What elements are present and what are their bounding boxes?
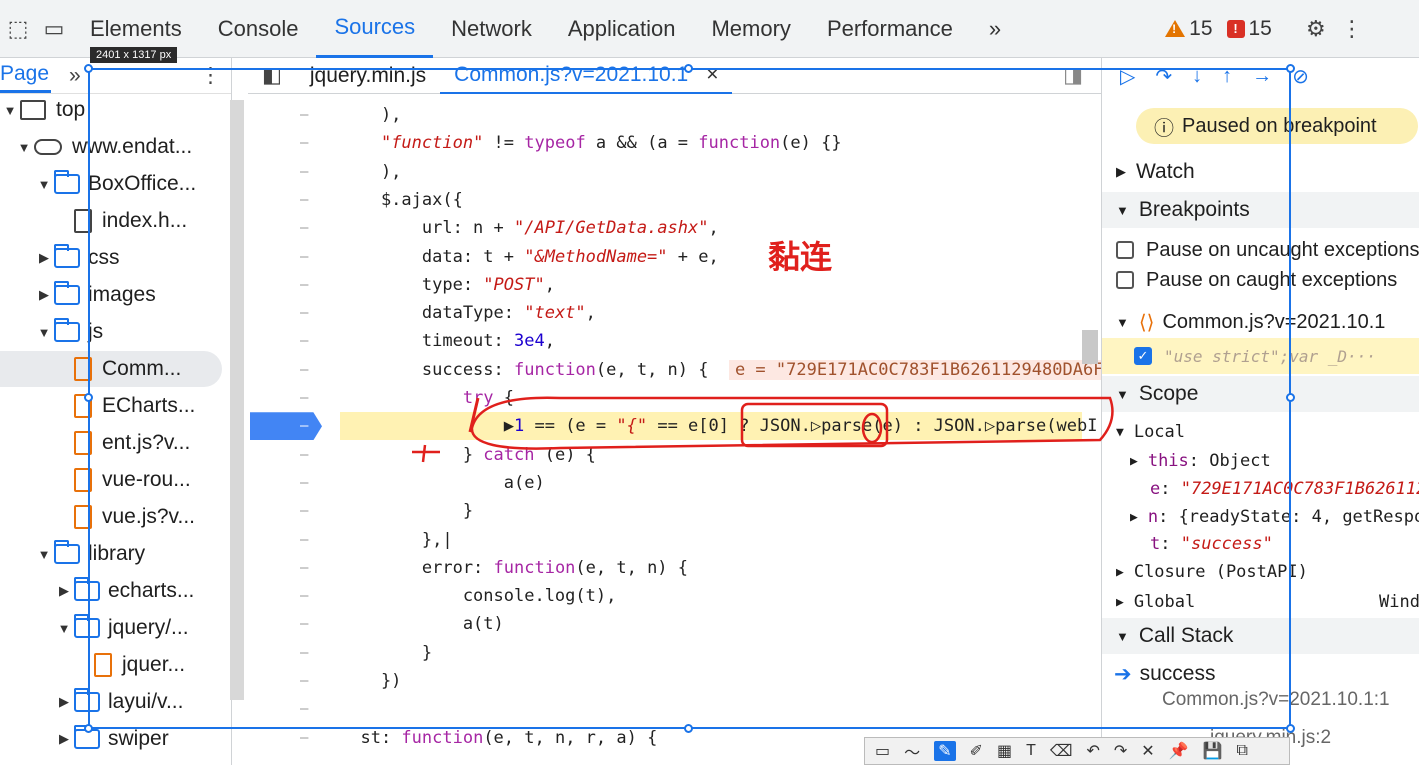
mosaic-tool-icon[interactable]: ▦: [997, 741, 1012, 761]
pen-tool-icon[interactable]: ✎: [934, 741, 956, 761]
red-pen-annotation: [412, 396, 1114, 463]
annotation-toolbar: ▭ 〜 ✎ ✐ ▦ T ⌫ ↶ ↷ ✕ 📌 💾 ⧉: [864, 737, 1290, 765]
line-tool-icon[interactable]: 〜: [904, 739, 920, 763]
copy-icon[interactable]: ⧉: [1237, 742, 1248, 760]
cancel-icon[interactable]: ✕: [1141, 741, 1154, 761]
redo-icon[interactable]: ↷: [1114, 741, 1127, 761]
annotation-text: 黏连: [768, 239, 833, 275]
marker-tool-icon[interactable]: ✐: [970, 741, 983, 761]
eraser-tool-icon[interactable]: ⌫: [1050, 741, 1073, 761]
text-tool-icon[interactable]: T: [1026, 742, 1036, 760]
pin-icon[interactable]: 📌: [1169, 741, 1189, 761]
undo-icon[interactable]: ↶: [1086, 741, 1099, 761]
rectangle-tool-icon[interactable]: ▭: [875, 741, 890, 761]
line-gutter[interactable]: –: [300, 418, 308, 434]
save-icon[interactable]: 💾: [1203, 741, 1223, 761]
